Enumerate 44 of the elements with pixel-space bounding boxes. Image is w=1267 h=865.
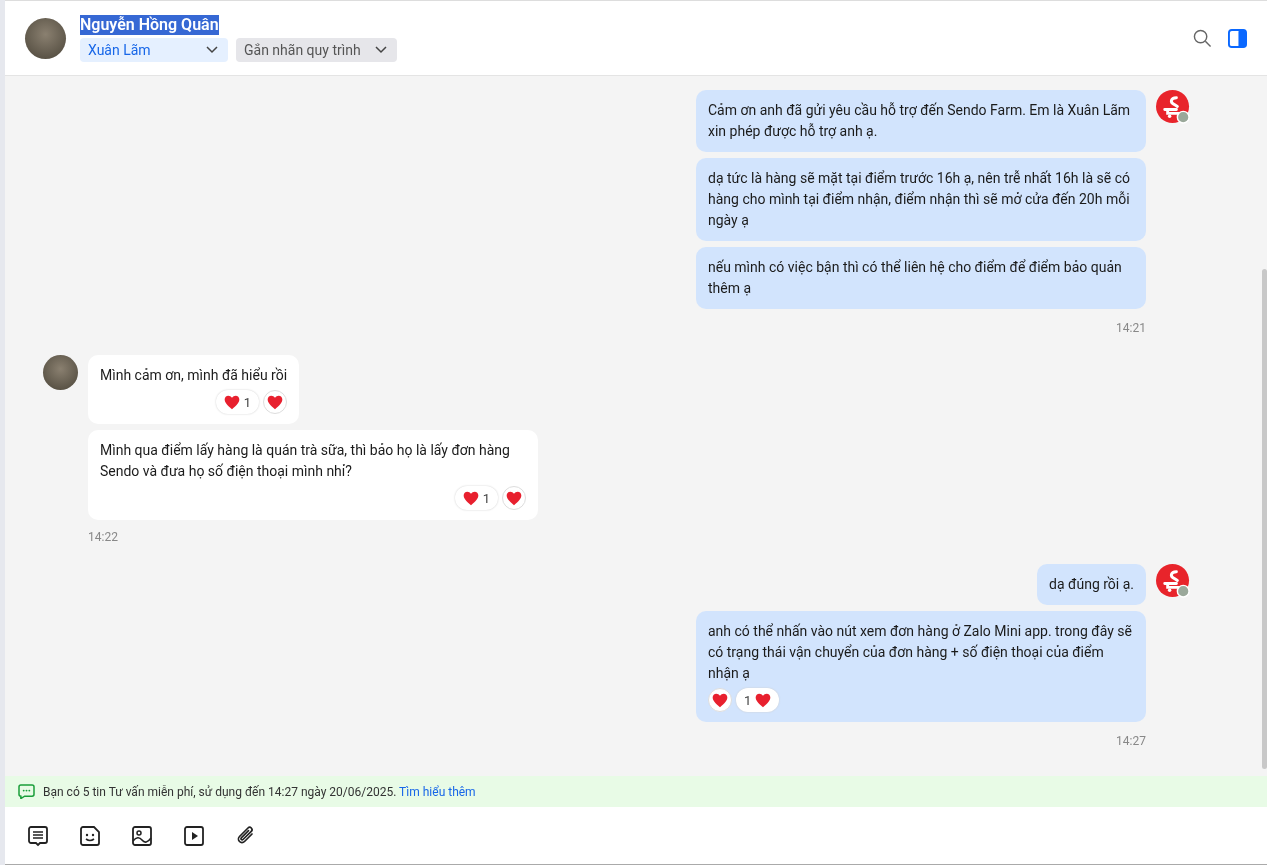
chevron-down-icon [374, 45, 387, 54]
assignee-dropdown[interactable]: Xuân Lãm [80, 37, 228, 62]
message-text: dạ tức là hàng sẽ mặt tại điểm trước 16h ạ, nên trễ nhất 16h là sẽ có hàng cho mình tại điểm nhận, điểm nhận thì sẽ mở cửa đến 20h mỗi ngày ạ [708, 169, 1131, 230]
chevron-down-icon [206, 45, 218, 54]
image-icon[interactable] [131, 824, 153, 847]
heart-icon [267, 394, 284, 410]
contact-avatar [25, 17, 66, 59]
heart-icon [223, 394, 240, 410]
heart-icon [755, 692, 772, 708]
message-time: 14:22 [88, 530, 119, 544]
message-text: anh có thể nhấn vào nút xem đơn hàng ở Zalo Mini app. trong đây sẽ có trạng thái vận chuyển của đơn hàng + số điện thoại của điểm nhận ạ [708, 622, 1133, 683]
shop-logo-avatar [1156, 90, 1191, 125]
sticker-icon[interactable] [79, 824, 101, 847]
heart-icon [712, 692, 728, 708]
heart-icon [462, 490, 479, 506]
video-icon[interactable] [183, 824, 205, 847]
message-text: nếu mình có việc bận thì có thể liên hệ cho điểm để điểm bảo quản thêm ạ [708, 258, 1123, 298]
learn-more-link[interactable]: Tìm hiểu thêm [399, 784, 476, 799]
side-panel-icon[interactable] [1228, 28, 1247, 48]
quick-message-icon[interactable] [27, 824, 49, 847]
contact-name: Nguyễn Hồng Quân [80, 14, 219, 35]
reaction-count[interactable]: 1 [215, 390, 260, 414]
react-button[interactable] [263, 390, 288, 414]
notice-text: Bạn có 5 tin Tư vấn miễn phí, sử dụng đến 14:27 ngày 20/06/2025. Tìm hiểu thêm [43, 784, 476, 799]
shop-logo-avatar [1156, 564, 1191, 599]
message-time: 14:27 [1116, 734, 1146, 748]
count-text: 1 [482, 489, 490, 508]
reaction-count[interactable]: 1 [454, 486, 498, 510]
message-text: Cảm ơn anh đã gửi yêu cầu hỗ trợ đến Sendo Farm. Em là Xuân Lãm xin phép được hỗ trợ anh ạ. [708, 101, 1132, 141]
label-dropdown[interactable]: Gắn nhãn quy trình [236, 37, 397, 62]
message-time: 14:21 [1116, 321, 1146, 335]
reaction-count[interactable]: 1 [736, 688, 780, 712]
chat-bubble-icon [18, 784, 35, 799]
count-text: 1 [243, 393, 252, 412]
message-text: Mình qua điểm lấy hàng là quán trà sữa, thì bảo họ là lấy đơn hàng Sendo và đưa họ số điện thoại mình nhỉ? [100, 441, 511, 481]
react-button[interactable] [502, 486, 526, 510]
contact-avatar [43, 355, 78, 390]
heart-icon [506, 490, 522, 506]
search-icon[interactable] [1193, 28, 1212, 48]
message-text: Mình cảm ơn, mình đã hiểu rồi [100, 366, 288, 385]
message-text: dạ đúng rồi ạ. [1049, 575, 1134, 594]
scrollbar[interactable] [1262, 269, 1267, 769]
count-text: 1 [744, 691, 752, 710]
react-button[interactable] [708, 688, 732, 712]
